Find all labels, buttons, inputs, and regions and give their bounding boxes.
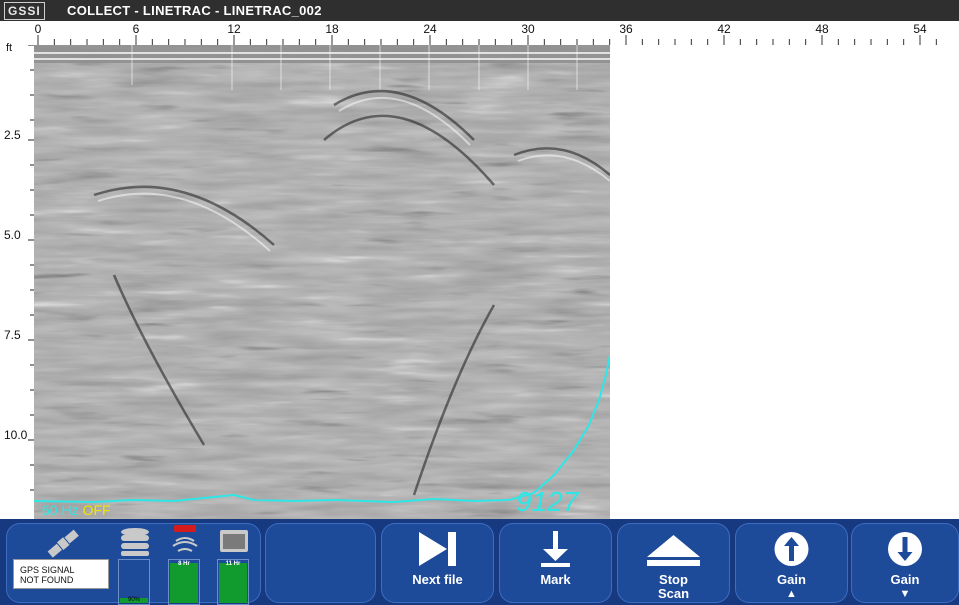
frequency-value: 60 Hz <box>42 502 79 518</box>
gssi-logo: GSSI <box>4 2 45 20</box>
eject-icon <box>647 535 700 566</box>
distance-label-54: 54 <box>913 22 927 36</box>
distance-label-42: 42 <box>717 22 731 36</box>
next-file-label: Next file <box>412 572 463 587</box>
next-file-button[interactable]: Next file <box>381 523 494 603</box>
signal-readout: 9127 <box>516 486 579 517</box>
distance-label-18: 18 <box>325 22 339 36</box>
distance-label-30: 30 <box>521 22 535 36</box>
battery-gauge-2: 11 Hr <box>217 559 249 605</box>
distance-label-24: 24 <box>423 22 437 36</box>
distance-label-6: 6 <box>133 22 140 36</box>
gain-up-arrow: ▲ <box>786 588 797 600</box>
distance-label-48: 48 <box>815 22 829 36</box>
skip-next-icon <box>419 532 456 566</box>
gain-down-text: Gain <box>890 572 920 587</box>
stop-scan-label: Stop Scan <box>617 573 730 601</box>
gps-status: GPS SIGNAL NOT FOUND <box>13 559 109 589</box>
depth-axis: ft 2.5 5.0 7.5 10.0 <box>0 42 34 515</box>
frequency-state: OFF <box>82 502 111 518</box>
mark-label: Mark <box>540 572 571 587</box>
storage-icon <box>121 528 149 556</box>
radar-scan-display <box>34 45 610 519</box>
empty-panel <box>265 523 376 603</box>
gps-status-line2: NOT FOUND <box>20 575 74 585</box>
battery-2-fill <box>219 563 247 603</box>
distance-label-36: 36 <box>619 22 633 36</box>
distance-ruler: 0 6 12 18 24 30 36 42 48 54 <box>0 21 959 45</box>
battery-gauge-1: 8 Hr <box>168 559 200 605</box>
gain-up-text: Gain <box>777 572 806 587</box>
antenna-icon <box>172 525 198 552</box>
frequency-indicator: 60 Hz OFF <box>42 502 111 518</box>
status-panel: GPS SIGNAL NOT FOUND 90% 8 Hr 11 Hr <box>6 523 261 605</box>
distance-label-12: 12 <box>227 22 241 36</box>
gain-increase-icon <box>774 532 809 566</box>
satellite-icon <box>47 529 79 558</box>
distance-label-0: 0 <box>35 22 42 36</box>
battery-1-fill <box>170 563 198 603</box>
storage-gauge: 90% <box>118 559 150 605</box>
gain-down-button[interactable]: Gain ▼ <box>851 523 959 603</box>
gps-status-line1: GPS SIGNAL <box>20 565 75 575</box>
gain-down-label: Gain ▼ <box>851 573 959 601</box>
stop-scan-line1: Stop <box>659 572 688 587</box>
stop-scan-button[interactable]: Stop Scan <box>617 523 730 603</box>
gain-decrease-icon <box>888 532 922 566</box>
stop-scan-line2: Scan <box>657 586 690 601</box>
title-bar: GSSI COLLECT - LINETRAC - LINETRAC_002 <box>0 0 959 21</box>
arrow-down-icon <box>541 531 570 567</box>
window-title: COLLECT - LINETRAC - LINETRAC_002 <box>67 3 322 18</box>
battery-2-label: 11 Hr <box>225 561 241 567</box>
battery-1-label: 8 Hr <box>178 561 190 567</box>
gain-up-label: Gain ▲ <box>735 573 848 601</box>
mark-button[interactable]: Mark <box>499 523 612 603</box>
bottom-toolbar: GPS SIGNAL NOT FOUND 90% 8 Hr 11 Hr Next… <box>0 519 959 605</box>
display-icon <box>220 530 248 552</box>
gain-up-button[interactable]: Gain ▲ <box>735 523 848 603</box>
storage-percent: 90% <box>127 597 140 603</box>
gain-down-arrow: ▼ <box>899 588 911 600</box>
